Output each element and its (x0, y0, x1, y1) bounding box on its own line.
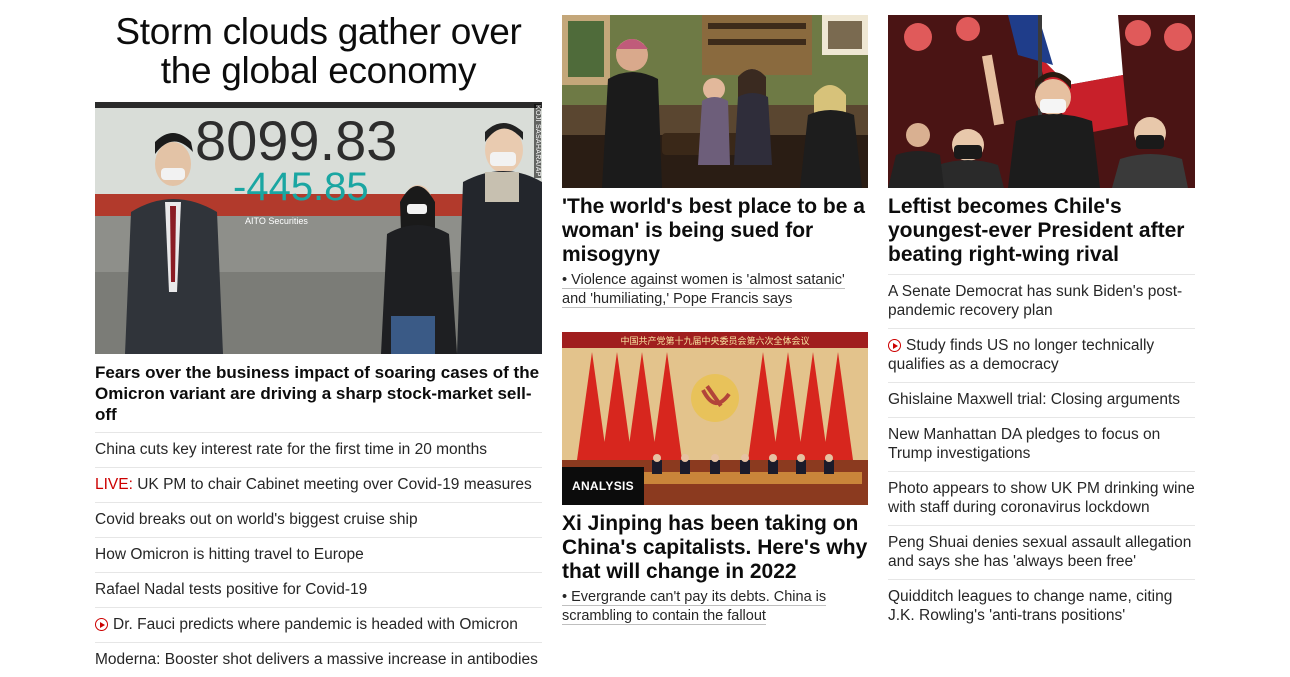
analysis-badge: ANALYSIS (562, 467, 644, 505)
story-sub-link[interactable]: • Evergrande can't pay its debts. China … (562, 588, 868, 626)
hero-title[interactable]: Storm clouds gather over the global econ… (95, 12, 542, 90)
middle-column: 'The world's best place to be a woman' i… (562, 0, 868, 626)
list-item[interactable]: Peng Shuai denies sexual assault allegat… (888, 525, 1195, 579)
list-item[interactable]: New Manhattan DA pledges to focus on Tru… (888, 417, 1195, 471)
top-story-links: China cuts key interest rate for the fir… (95, 432, 542, 677)
xi-story-image[interactable]: 中国共产党第十九届中央委员会第六次全体会议 ANALYSIS (562, 332, 868, 505)
list-item[interactable]: Quidditch leagues to change name, citing… (888, 579, 1195, 633)
story-headline[interactable]: Leftist becomes Chile's youngest-ever Pr… (888, 195, 1195, 267)
image-credit: KOJI SASAHARA/AP (534, 104, 541, 178)
list-item[interactable]: Moderna: Booster shot delivers a massive… (95, 642, 542, 677)
board-number: 8099.83 (195, 109, 397, 172)
banner-text: 中国共产党第十九届中央委员会第六次全体会议 (620, 335, 809, 347)
list-item[interactable]: A Senate Democrat has sunk Biden's post-… (888, 274, 1195, 328)
story-sub-link[interactable]: • Violence against women is 'almost sata… (562, 271, 868, 309)
list-item[interactable]: How Omicron is hitting travel to Europe (95, 537, 542, 572)
markets-image[interactable]: 8099.83 -445.85 AITO Securities KOJI SAS… (95, 102, 542, 354)
list-item[interactable]: LIVE: UK PM to chair Cabinet meeting ove… (95, 467, 542, 502)
list-item[interactable]: Covid breaks out on world's biggest crui… (95, 502, 542, 537)
board-change: -445.85 (233, 165, 369, 209)
right-column-links: A Senate Democrat has sunk Biden's post-… (888, 274, 1195, 633)
list-item[interactable]: China cuts key interest rate for the fir… (95, 432, 542, 467)
list-item[interactable]: Photo appears to show UK PM drinking win… (888, 471, 1195, 525)
top-story-column: Storm clouds gather over the global econ… (95, 0, 542, 677)
list-item[interactable]: Dr. Fauci predicts where pandemic is hea… (95, 607, 542, 642)
women-story-image[interactable] (562, 15, 868, 188)
story-headline[interactable]: Xi Jinping has been taking on China's ca… (562, 512, 868, 584)
chile-story-image[interactable] (888, 15, 1195, 188)
lead-headline[interactable]: Fears over the business impact of soarin… (95, 362, 542, 425)
play-icon (888, 339, 901, 352)
play-icon (95, 618, 108, 631)
list-item[interactable]: Study finds US no longer technically qua… (888, 328, 1195, 382)
story-headline[interactable]: 'The world's best place to be a woman' i… (562, 195, 868, 267)
list-item[interactable]: Ghislaine Maxwell trial: Closing argumen… (888, 382, 1195, 417)
list-item[interactable]: Rafael Nadal tests positive for Covid-19 (95, 572, 542, 607)
right-column: Leftist becomes Chile's youngest-ever Pr… (888, 0, 1195, 633)
board-brand: AITO Securities (245, 216, 308, 226)
live-label: LIVE: (95, 476, 133, 493)
